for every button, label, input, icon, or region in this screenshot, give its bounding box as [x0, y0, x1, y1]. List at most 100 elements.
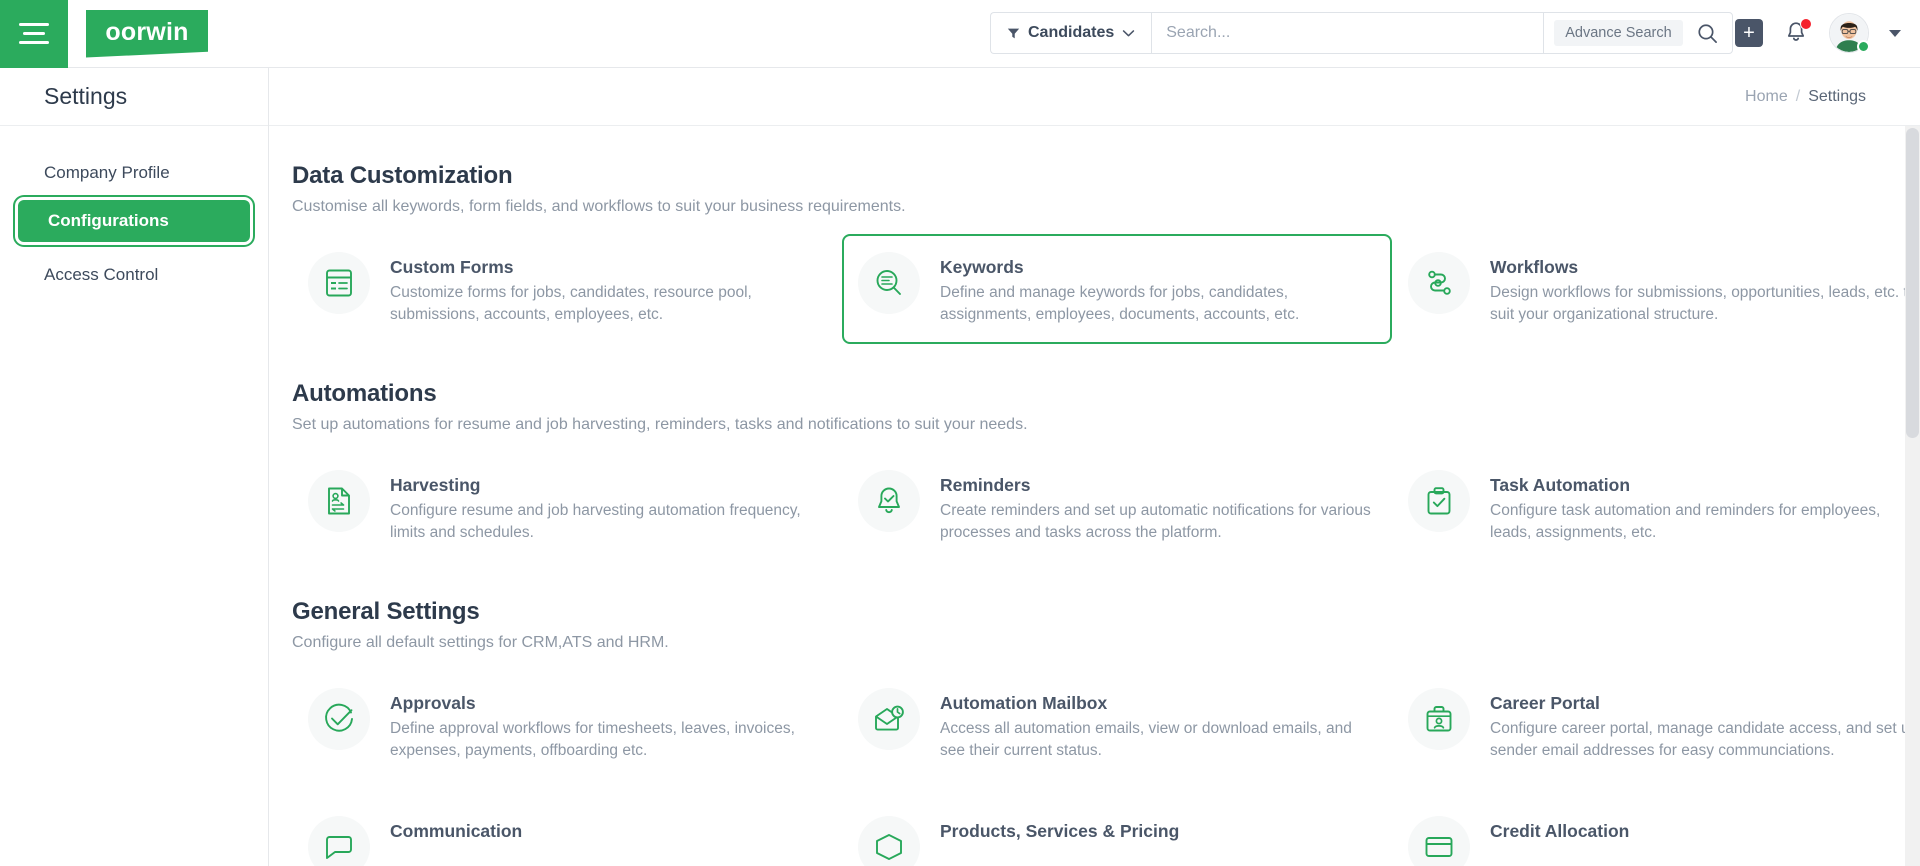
- brand-logo-text: oorwin: [105, 17, 189, 46]
- card-products-services-pricing[interactable]: Products, Services & Pricing: [842, 798, 1392, 866]
- card-text: Custom Forms Customize forms for jobs, c…: [390, 252, 822, 326]
- section-partial-row: Communication Products, Services & Prici…: [292, 798, 1920, 866]
- section-title: Automations: [292, 380, 437, 407]
- card-harvesting[interactable]: Harvesting Configure resume and job harv…: [292, 452, 842, 562]
- card-title: Harvesting: [390, 475, 481, 495]
- mail-clock-icon: [858, 688, 920, 750]
- funnel-icon: [1007, 28, 1020, 38]
- card-title: Custom Forms: [390, 257, 514, 277]
- sidebar-item-access-control[interactable]: Access Control: [14, 254, 254, 296]
- card-title: Reminders: [940, 475, 1031, 495]
- keyword-search-icon: [858, 252, 920, 314]
- card-workflows[interactable]: Workflows Design workflows for submissio…: [1392, 234, 1920, 344]
- card-career-portal[interactable]: Career Portal Configure career portal, m…: [1392, 670, 1920, 780]
- card-title: Products, Services & Pricing: [940, 821, 1180, 841]
- briefcase-user-icon: [1408, 688, 1470, 750]
- card-description: Create reminders and set up automatic no…: [940, 502, 1371, 541]
- sidebar-title: Settings: [0, 68, 268, 126]
- card-text: Products, Services & Pricing: [940, 816, 1179, 846]
- main-area: Home / Settings Data Customization Custo…: [269, 68, 1920, 866]
- sidebar-item-company-profile[interactable]: Company Profile: [14, 152, 254, 194]
- section-cards: Approvals Define approval workflows for …: [292, 670, 1920, 780]
- user-avatar-button[interactable]: [1829, 13, 1870, 53]
- workflow-icon: [1408, 252, 1470, 314]
- card-title: Automation Mailbox: [940, 693, 1108, 713]
- search-input[interactable]: [1166, 24, 1530, 42]
- card-approvals[interactable]: Approvals Define approval workflows for …: [292, 670, 842, 780]
- card-text: Workflows Design workflows for submissio…: [1490, 252, 1920, 326]
- resume-harvest-icon: [308, 470, 370, 532]
- notification-badge-dot: [1800, 18, 1812, 30]
- bell-check-icon: [858, 470, 920, 532]
- card-task-automation[interactable]: Task Automation Configure task automatio…: [1392, 452, 1920, 562]
- hamburger-line: [19, 23, 49, 26]
- online-status-dot: [1857, 40, 1870, 53]
- top-bar: oorwin Candidates Advance Search +: [0, 0, 1920, 68]
- sidebar-item-configurations[interactable]: Configurations: [18, 200, 250, 242]
- check-circle-icon: [308, 688, 370, 750]
- card-text: Career Portal Configure career portal, m…: [1490, 688, 1920, 762]
- search-input-wrapper: [1151, 12, 1544, 54]
- breadcrumb-separator: /: [1795, 87, 1801, 105]
- card-title: Communication: [390, 821, 523, 841]
- topbar-actions: +: [1735, 12, 1901, 54]
- pricing-icon: [858, 816, 920, 866]
- card-communication[interactable]: Communication: [292, 798, 842, 866]
- card-text: Reminders Create reminders and set up au…: [940, 470, 1372, 544]
- global-search: Candidates Advance Search: [990, 12, 1733, 54]
- sidebar: Settings Company Profile Configurations …: [0, 68, 269, 866]
- card-description: Access all automation emails, view or do…: [940, 720, 1352, 759]
- card-description: Design workflows for submissions, opport…: [1490, 284, 1917, 323]
- card-description: Configure resume and job harvesting auto…: [390, 502, 801, 541]
- chat-icon: [308, 816, 370, 866]
- card-title: Workflows: [1490, 257, 1579, 277]
- search-actions: Advance Search: [1543, 12, 1733, 54]
- settings-content: Data Customization Customise all keyword…: [269, 126, 1920, 866]
- section-cards: Harvesting Configure resume and job harv…: [292, 452, 1920, 562]
- card-description: Configure career portal, manage candidat…: [1490, 720, 1919, 759]
- card-text: Keywords Define and manage keywords for …: [940, 252, 1372, 326]
- card-description: Define approval workflows for timesheets…: [390, 720, 795, 759]
- card-keywords[interactable]: Keywords Define and manage keywords for …: [842, 234, 1392, 344]
- section-subtitle: Customise all keywords, form fields, and…: [292, 198, 906, 215]
- card-description: Configure task automation and reminders …: [1490, 502, 1881, 541]
- card-text: Harvesting Configure resume and job harv…: [390, 470, 822, 544]
- notifications-button[interactable]: [1783, 18, 1812, 46]
- card-text: Automation Mailbox Access all automation…: [940, 688, 1372, 762]
- card-reminders[interactable]: Reminders Create reminders and set up au…: [842, 452, 1392, 562]
- card-text: Communication: [390, 816, 522, 846]
- card-title: Approvals: [390, 693, 476, 713]
- card-automation-mailbox[interactable]: Automation Mailbox Access all automation…: [842, 670, 1392, 780]
- section-automations: Automations Set up automations for resum…: [292, 380, 1920, 562]
- hamburger-line: [19, 41, 49, 44]
- section-general-settings: General Settings Configure all default s…: [292, 598, 1920, 780]
- section-cards: Communication Products, Services & Prici…: [292, 798, 1920, 866]
- card-description: Define and manage keywords for jobs, can…: [940, 284, 1300, 323]
- brand-logo[interactable]: oorwin: [86, 9, 208, 58]
- vertical-scrollbar[interactable]: [1905, 126, 1920, 866]
- profile-caret-down-icon[interactable]: [1889, 29, 1901, 37]
- card-text: Approvals Define approval workflows for …: [390, 688, 822, 762]
- card-text: Credit Allocation: [1490, 816, 1629, 846]
- hamburger-line: [23, 32, 45, 35]
- card-custom-forms[interactable]: Custom Forms Customize forms for jobs, c…: [292, 234, 842, 344]
- breadcrumb: Home / Settings: [269, 68, 1920, 126]
- chevron-down-icon: [1123, 29, 1135, 36]
- card-description: Customize forms for jobs, candidates, re…: [390, 284, 752, 323]
- breadcrumb-home[interactable]: Home: [1745, 88, 1788, 106]
- scrollbar-thumb[interactable]: [1906, 128, 1919, 438]
- breadcrumb-current: Settings: [1808, 87, 1866, 105]
- search-icon[interactable]: [1697, 23, 1718, 44]
- hamburger-menu-icon[interactable]: [0, 0, 68, 68]
- section-subtitle: Configure all default settings for CRM,A…: [292, 634, 669, 651]
- card-credit-allocation[interactable]: Credit Allocation: [1392, 798, 1920, 866]
- card-title: Keywords: [940, 257, 1024, 277]
- advance-search-button[interactable]: Advance Search: [1554, 20, 1683, 46]
- search-entity-filter-label: Candidates: [1028, 24, 1115, 41]
- form-icon: [308, 252, 370, 314]
- add-new-button[interactable]: +: [1735, 19, 1763, 47]
- search-entity-filter-button[interactable]: Candidates: [990, 12, 1152, 54]
- section-subtitle: Set up automations for resume and job ha…: [292, 416, 1028, 433]
